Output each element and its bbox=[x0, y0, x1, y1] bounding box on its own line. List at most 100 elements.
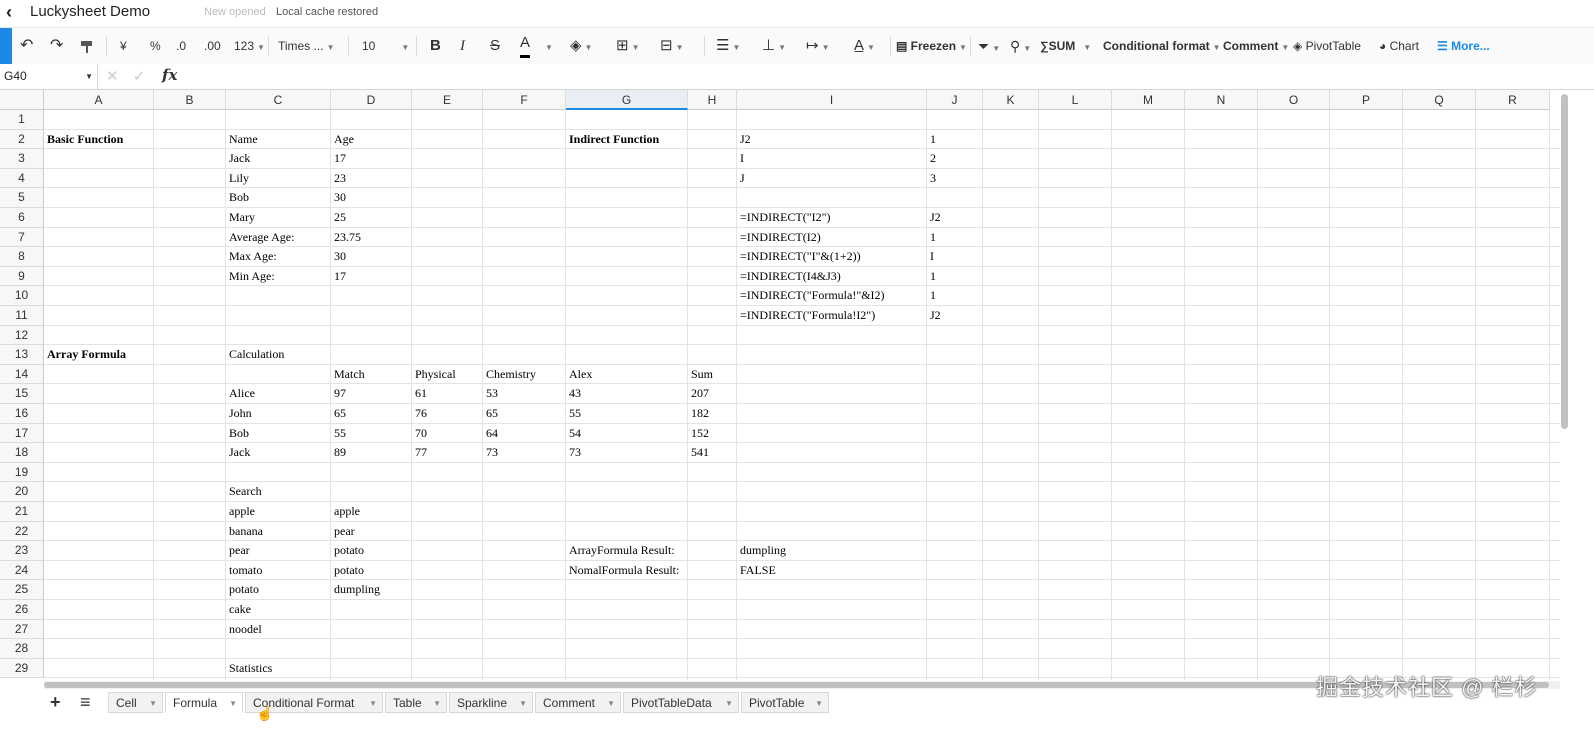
column-header-f[interactable]: F bbox=[483, 90, 566, 110]
cell-f14[interactable]: Chemistry bbox=[483, 365, 536, 385]
column-header-h[interactable]: H bbox=[688, 90, 737, 110]
merge-cells-icon[interactable]: ⊟ ▼ bbox=[660, 28, 684, 64]
cell-c7[interactable]: Average Age: bbox=[226, 228, 294, 248]
chevron-down-icon[interactable]: ▼ bbox=[607, 693, 615, 714]
column-header-c[interactable]: C bbox=[226, 90, 331, 110]
cell-d17[interactable]: 55 bbox=[331, 424, 346, 444]
decrease-decimal-button[interactable]: .0 bbox=[176, 28, 186, 64]
increase-decimal-button[interactable]: .00 bbox=[204, 28, 221, 64]
cell-i6[interactable]: =INDIRECT("I2") bbox=[737, 208, 831, 228]
row-header-13[interactable]: 13 bbox=[0, 345, 44, 365]
font-color-dropdown[interactable]: ▼ bbox=[542, 28, 553, 64]
column-header-k[interactable]: K bbox=[983, 90, 1039, 110]
cell-h15[interactable]: 207 bbox=[688, 384, 709, 404]
cell-c24[interactable]: tomato bbox=[226, 561, 262, 581]
cell-g18[interactable]: 73 bbox=[566, 443, 581, 463]
sheet-list-icon[interactable]: ≡ bbox=[80, 692, 91, 713]
comment-button[interactable]: Comment ▼ bbox=[1223, 28, 1289, 64]
cell-c8[interactable]: Max Age: bbox=[226, 247, 277, 267]
cell-c16[interactable]: John bbox=[226, 404, 252, 424]
cell-d21[interactable]: apple bbox=[331, 502, 360, 522]
cell-c17[interactable]: Bob bbox=[226, 424, 249, 444]
cell-j9[interactable]: 1 bbox=[927, 267, 936, 287]
column-header-o[interactable]: O bbox=[1258, 90, 1330, 110]
cell-d6[interactable]: 25 bbox=[331, 208, 346, 228]
cell-j11[interactable]: J2 bbox=[927, 306, 941, 326]
cell-c20[interactable]: Search bbox=[226, 482, 262, 502]
cell-c23[interactable]: pear bbox=[226, 541, 250, 561]
sheet-tab-cell[interactable]: Cell ▼ bbox=[108, 692, 163, 713]
cell-c6[interactable]: Mary bbox=[226, 208, 255, 228]
cell-d9[interactable]: 17 bbox=[331, 267, 346, 287]
row-header-19[interactable]: 19 bbox=[0, 462, 44, 483]
cell-e17[interactable]: 70 bbox=[412, 424, 427, 444]
cell-h16[interactable]: 182 bbox=[688, 404, 709, 424]
cell-j3[interactable]: 2 bbox=[927, 149, 936, 169]
cell-h18[interactable]: 541 bbox=[688, 443, 709, 463]
cell-g24[interactable]: NomalFormula Result: bbox=[566, 561, 679, 581]
sheet-tab-table[interactable]: Table ▼ bbox=[385, 692, 447, 713]
pivot-table-button[interactable]: ◈ PivotTable bbox=[1293, 28, 1361, 64]
column-header-q[interactable]: Q bbox=[1403, 90, 1476, 110]
confirm-icon[interactable]: ✓ bbox=[133, 68, 146, 85]
cell-h14[interactable]: Sum bbox=[688, 365, 713, 385]
cell-i23[interactable]: dumpling bbox=[737, 541, 786, 561]
cell-j2[interactable]: 1 bbox=[927, 130, 936, 150]
cancel-icon[interactable]: ✕ bbox=[106, 68, 119, 85]
cell-d15[interactable]: 97 bbox=[331, 384, 346, 404]
cell-i7[interactable]: =INDIRECT(I2) bbox=[737, 228, 821, 248]
cell-e14[interactable]: Physical bbox=[412, 365, 456, 385]
cell-d25[interactable]: dumpling bbox=[331, 580, 380, 600]
select-all-corner[interactable] bbox=[0, 90, 44, 110]
cell-g15[interactable]: 43 bbox=[566, 384, 581, 404]
cell-c13[interactable]: Calculation bbox=[226, 345, 284, 365]
row-header-26[interactable]: 26 bbox=[0, 600, 44, 620]
row-header-4[interactable]: 4 bbox=[0, 168, 44, 189]
cell-c21[interactable]: apple bbox=[226, 502, 255, 522]
column-header-l[interactable]: L bbox=[1039, 90, 1112, 110]
sheet-tab-sparkline[interactable]: Sparkline ▼ bbox=[449, 692, 533, 713]
cell-i8[interactable]: =INDIRECT("I"&(1+2)) bbox=[737, 247, 861, 267]
chevron-down-icon[interactable]: ▼ bbox=[519, 693, 527, 714]
cell-f17[interactable]: 64 bbox=[483, 424, 498, 444]
undo-icon[interactable]: ↶ bbox=[20, 28, 33, 64]
cell-j8[interactable]: I bbox=[927, 247, 934, 267]
cell-i4[interactable]: J bbox=[737, 169, 745, 189]
cell-c4[interactable]: Lily bbox=[226, 169, 249, 189]
column-header-n[interactable]: N bbox=[1185, 90, 1258, 110]
border-icon[interactable]: ⊞ ▼ bbox=[616, 28, 640, 64]
row-header-10[interactable]: 10 bbox=[0, 286, 44, 306]
cell-h17[interactable]: 152 bbox=[688, 424, 709, 444]
cell-c27[interactable]: noodel bbox=[226, 620, 262, 640]
italic-button[interactable]: I bbox=[460, 28, 465, 64]
strikethrough-button[interactable]: S bbox=[490, 28, 500, 64]
redo-icon[interactable]: ↷ bbox=[50, 28, 63, 64]
cell-j4[interactable]: 3 bbox=[927, 169, 936, 189]
row-header-28[interactable]: 28 bbox=[0, 639, 44, 659]
cell-c2[interactable]: Name bbox=[226, 130, 258, 150]
chevron-down-icon[interactable]: ▼ bbox=[149, 693, 157, 714]
cell-f15[interactable]: 53 bbox=[483, 384, 498, 404]
cell-c22[interactable]: banana bbox=[226, 522, 263, 542]
column-header-d[interactable]: D bbox=[331, 90, 412, 110]
row-header-23[interactable]: 23 bbox=[0, 541, 44, 561]
row-header-2[interactable]: 2 bbox=[0, 129, 44, 150]
chevron-down-icon[interactable]: ▼ bbox=[369, 693, 377, 714]
cell-g2[interactable]: Indirect Function bbox=[566, 130, 659, 150]
cell-d7[interactable]: 23.75 bbox=[331, 228, 361, 248]
row-header-9[interactable]: 9 bbox=[0, 266, 44, 287]
row-header-27[interactable]: 27 bbox=[0, 619, 44, 640]
cell-c29[interactable]: Statistics bbox=[226, 659, 272, 679]
cell-e18[interactable]: 77 bbox=[412, 443, 427, 463]
column-header-p[interactable]: P bbox=[1330, 90, 1403, 110]
row-header-17[interactable]: 17 bbox=[0, 423, 44, 444]
back-icon[interactable]: ‹ bbox=[6, 2, 12, 23]
chart-button[interactable]: ◕ Chart bbox=[1379, 28, 1419, 64]
row-header-6[interactable]: 6 bbox=[0, 208, 44, 228]
conditional-format-button[interactable]: Conditional format ▼ bbox=[1103, 28, 1221, 64]
cell-a2[interactable]: Basic Function bbox=[44, 130, 123, 150]
cell-f16[interactable]: 65 bbox=[483, 404, 498, 424]
row-header-7[interactable]: 7 bbox=[0, 227, 44, 248]
cell-j6[interactable]: J2 bbox=[927, 208, 941, 228]
cell-i2[interactable]: J2 bbox=[737, 130, 751, 150]
